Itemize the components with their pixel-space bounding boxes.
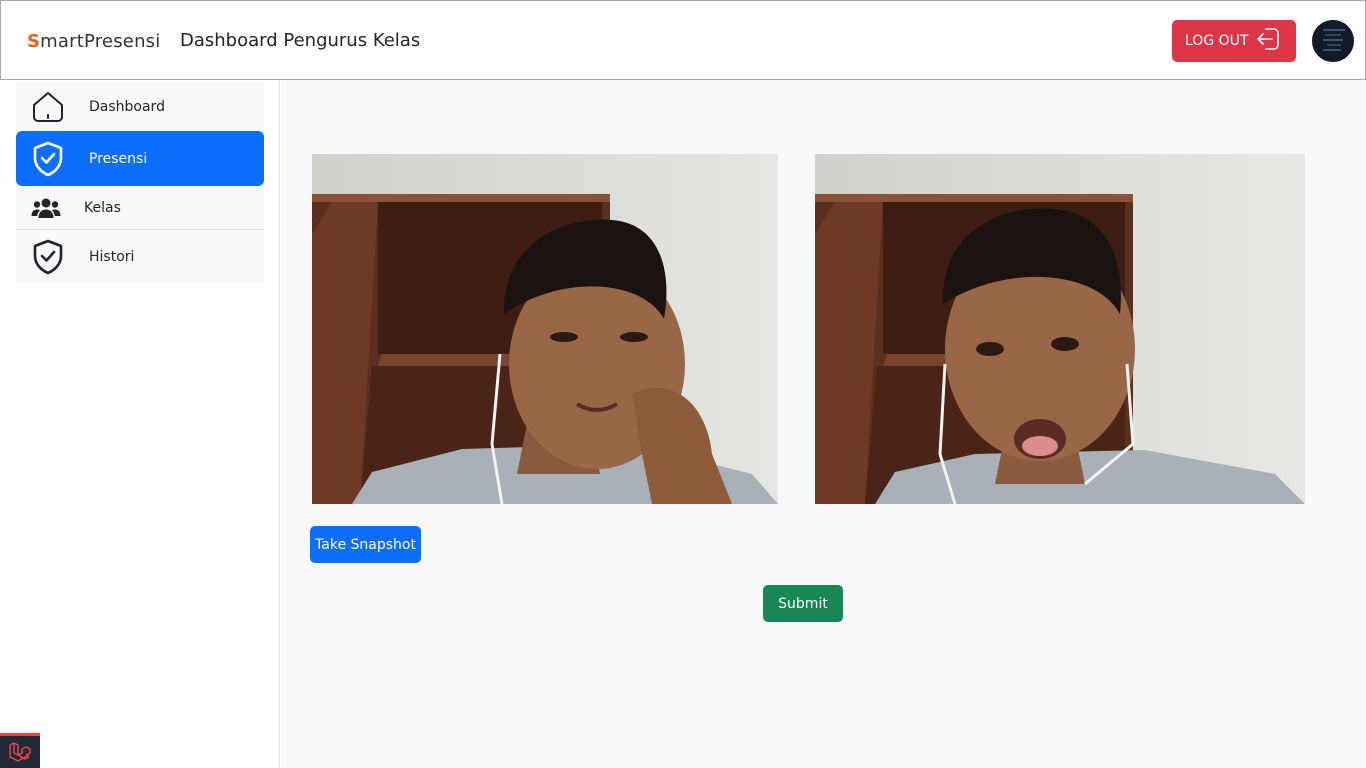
sidebar-item-kelas[interactable]: Kelas [16,186,264,230]
sidebar-item-histori[interactable]: Histori [16,230,264,283]
top-navbar: SmartPresensi Dashboard Pengurus Kelas L… [0,0,1366,80]
sidebar-item-label: Presensi [89,150,148,167]
brand-logo[interactable]: SmartPresensi [27,31,160,52]
submit-button[interactable]: Submit [763,585,843,622]
shield-check-icon [31,239,65,275]
sidebar-nav: Dashboard Presensi Kelas Histori [16,83,264,283]
logout-icon [1254,25,1282,57]
sidebar-item-dashboard[interactable]: Dashboard [16,83,264,131]
main-content: Take Snapshot Submit [281,80,1366,768]
sidebar-item-label: Histori [89,248,135,265]
sidebar: Dashboard Presensi Kelas Histori [0,80,280,768]
sidebar-item-presensi[interactable]: Presensi [16,131,264,186]
snapshot-preview [815,154,1305,504]
logout-button[interactable]: LOG OUT [1172,20,1296,62]
avatar[interactable] [1312,20,1354,62]
live-camera-feed [312,154,778,504]
shield-check-icon [31,141,65,177]
logout-label: LOG OUT [1185,33,1249,49]
page-title: Dashboard Pengurus Kelas [180,30,421,51]
take-snapshot-button[interactable]: Take Snapshot [310,526,421,563]
brand-name: martPresensi [40,31,161,52]
laravel-logo-icon[interactable] [0,733,40,768]
sidebar-item-label: Dashboard [89,99,165,115]
home-icon [31,90,65,124]
users-icon [31,197,61,219]
sidebar-item-label: Kelas [84,199,121,216]
brand-initial: S [27,31,41,52]
